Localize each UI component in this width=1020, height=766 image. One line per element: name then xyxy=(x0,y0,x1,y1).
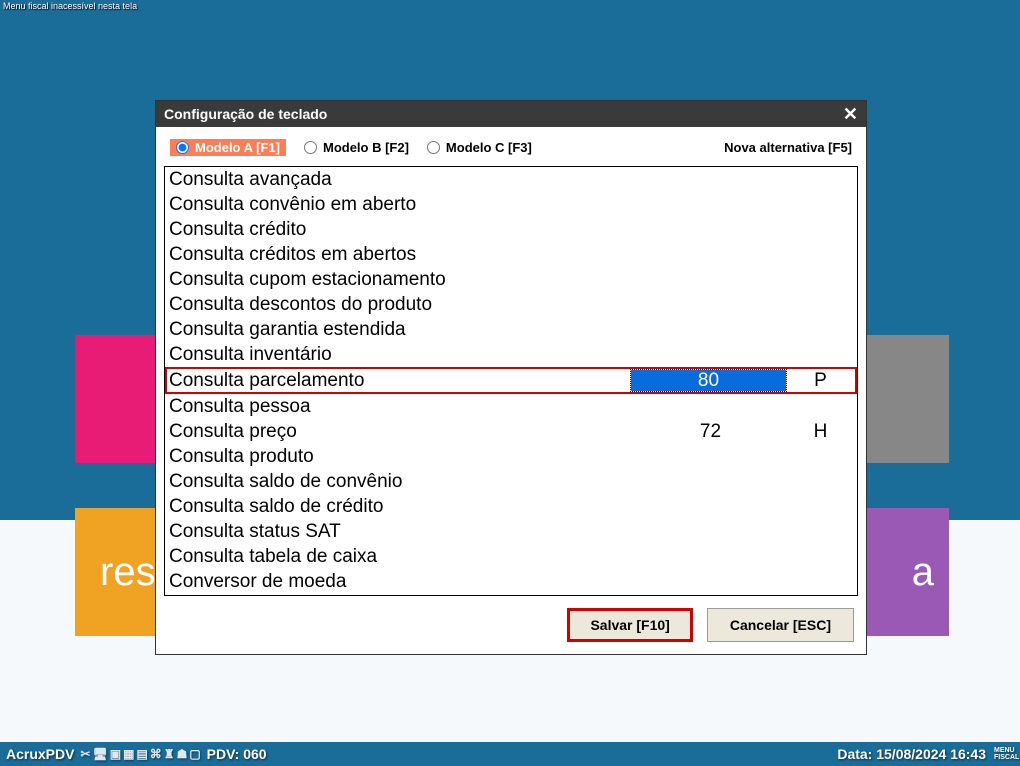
shortcut-listbox[interactable]: Consulta avançadaConsulta convênio em ab… xyxy=(164,166,858,596)
dialog-button-row: Salvar [F10] Cancelar [ESC] xyxy=(164,596,858,646)
list-item-label: Consulta produto xyxy=(169,444,633,469)
list-item[interactable]: Consulta descontos do produto xyxy=(165,292,857,317)
status-date: Data: 15/08/2024 16:43 xyxy=(837,746,986,762)
list-item[interactable]: Consulta produto xyxy=(165,444,857,469)
radio-modelo-a-input[interactable] xyxy=(176,141,189,154)
list-item[interactable]: Consulta preço72H xyxy=(165,419,857,444)
model-radio-row: Modelo A [F1] Modelo B [F2] Modelo C [F3… xyxy=(164,135,858,166)
list-item-label: Consulta inventário xyxy=(169,342,633,367)
list-item[interactable]: Consulta crédito xyxy=(165,217,857,242)
dialog-titlebar: Configuração de teclado ✕ xyxy=(156,101,866,127)
list-item-label: Consulta crédito xyxy=(169,217,633,242)
status-date-value: 15/08/2024 16:43 xyxy=(876,746,986,762)
list-item-label: Consulta saldo de crédito xyxy=(169,494,633,519)
list-item-label: Consulta status SAT xyxy=(169,519,633,544)
status-icon: ▢ xyxy=(189,747,200,761)
list-item[interactable]: Consulta tabela de caixa xyxy=(165,544,857,569)
radio-modelo-b-input[interactable] xyxy=(304,141,317,154)
save-button[interactable]: Salvar [F10] xyxy=(567,608,692,642)
list-item-label: Consulta créditos em abertos xyxy=(169,242,633,267)
radio-modelo-a-label: Modelo A [F1] xyxy=(195,140,280,155)
tile-purple-text: a xyxy=(912,550,934,595)
radio-modelo-a[interactable]: Modelo A [F1] xyxy=(170,139,286,156)
menu-fiscal-button[interactable]: MENU FISCAL xyxy=(994,747,1014,761)
status-icon: 🖥 xyxy=(93,747,108,761)
list-item-label: Consulta cupom estacionamento xyxy=(169,267,633,292)
radio-modelo-c[interactable]: Modelo C [F3] xyxy=(427,140,532,155)
list-item-label: Conversor de moeda xyxy=(169,569,633,594)
tile-pink[interactable] xyxy=(75,335,160,463)
status-icon: ✂ xyxy=(80,747,90,761)
radio-modelo-c-label: Modelo C [F3] xyxy=(446,140,532,155)
list-item[interactable]: Consulta garantia estendida xyxy=(165,317,857,342)
list-item-key: P xyxy=(788,368,853,393)
list-item[interactable]: Consulta créditos em abertos xyxy=(165,242,857,267)
statusbar: AcruxPDV ✂ 🖥 ▣ ▦ ▤ ⌘ ♜ ☗ ▢ PDV: 060 Data… xyxy=(0,742,1020,766)
dialog-body: Modelo A [F1] Modelo B [F2] Modelo C [F3… xyxy=(156,127,866,654)
list-item-code: 72 xyxy=(633,419,788,444)
tile-orange-text: res xyxy=(100,550,156,595)
status-icon: ♜ xyxy=(164,747,175,761)
status-date-label: Data: xyxy=(837,746,872,762)
list-item-key: H xyxy=(788,419,853,444)
radio-modelo-b[interactable]: Modelo B [F2] xyxy=(304,140,409,155)
status-icon: ⌘ xyxy=(150,747,162,761)
list-item[interactable]: Consulta saldo de convênio xyxy=(165,469,857,494)
status-icons: ✂ 🖥 ▣ ▦ ▤ ⌘ ♜ ☗ ▢ xyxy=(80,747,200,761)
dialog-title: Configuração de teclado xyxy=(164,106,327,122)
close-icon[interactable]: ✕ xyxy=(843,104,858,125)
list-item-code[interactable]: 80 xyxy=(631,370,786,391)
list-item[interactable]: Consulta status SAT xyxy=(165,519,857,544)
list-item-label: Consulta parcelamento xyxy=(169,368,631,393)
list-item-label: Consulta avançada xyxy=(169,167,633,192)
status-icon: ▤ xyxy=(136,747,147,761)
list-item-label: Consulta pessoa xyxy=(169,394,633,419)
list-item-label: Consulta preço xyxy=(169,419,633,444)
radio-modelo-c-input[interactable] xyxy=(427,141,440,154)
status-icon: ☗ xyxy=(177,747,188,761)
list-item-label: Consulta convênio em aberto xyxy=(169,192,633,217)
list-item[interactable]: Consulta parcelamento80P xyxy=(165,367,857,394)
list-item[interactable]: Conversor de moeda xyxy=(165,569,857,594)
keyboard-config-dialog: Configuração de teclado ✕ Modelo A [F1] … xyxy=(155,100,867,655)
nova-alternativa-label[interactable]: Nova alternativa [F5] xyxy=(724,140,852,155)
list-item[interactable]: Consulta saldo de crédito xyxy=(165,494,857,519)
status-pdv: PDV: 060 xyxy=(207,746,267,762)
list-item-label: Consulta tabela de caixa xyxy=(169,544,633,569)
list-item[interactable]: Consulta pessoa xyxy=(165,394,857,419)
list-item[interactable]: Consulta cupom estacionamento xyxy=(165,267,857,292)
cancel-button[interactable]: Cancelar [ESC] xyxy=(707,608,854,642)
radio-modelo-b-label: Modelo B [F2] xyxy=(323,140,409,155)
list-item-label: Consulta descontos do produto xyxy=(169,292,633,317)
top-message: Menu fiscal inacessível nesta tela xyxy=(0,0,1020,10)
list-item[interactable]: Consulta inventário xyxy=(165,342,857,367)
status-icon: ▦ xyxy=(123,747,134,761)
list-item[interactable]: Consulta avançada xyxy=(165,167,857,192)
status-icon: ▣ xyxy=(110,747,121,761)
list-item[interactable]: Consulta convênio em aberto xyxy=(165,192,857,217)
list-item-label: Consulta saldo de convênio xyxy=(169,469,633,494)
list-item-label: Consulta garantia estendida xyxy=(169,317,633,342)
status-app-name: AcruxPDV xyxy=(6,746,74,762)
